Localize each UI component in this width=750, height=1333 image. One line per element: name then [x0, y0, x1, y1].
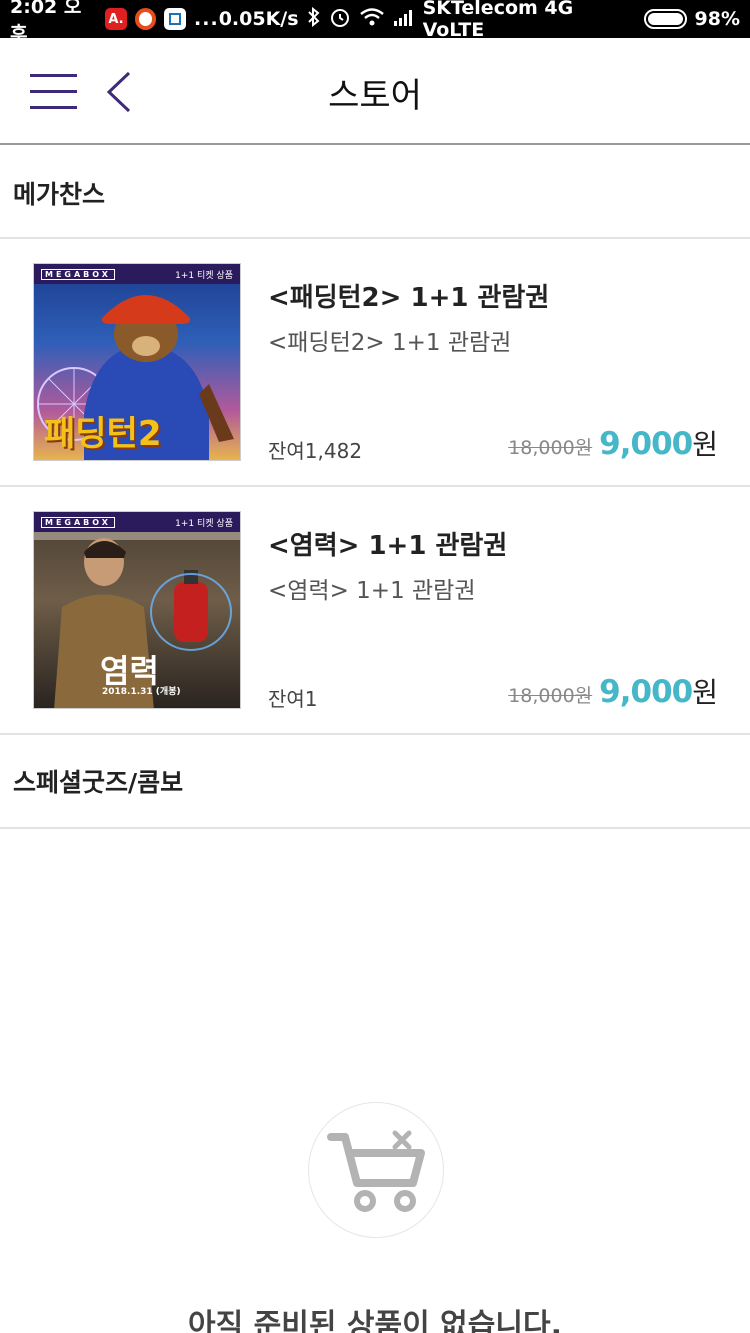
- product-item-paddington2[interactable]: MEGABOX 1+1 티켓 상품 패딩턴2 <패딩턴2> 1+1 관람권 <패…: [0, 239, 750, 487]
- product-item-psychokinesis[interactable]: MEGABOX 1+1 티켓 상품 염력 2018.1.31 (개봉) <염력>…: [0, 487, 750, 735]
- app-notification-icon: [164, 8, 187, 30]
- page-title: 스토어: [328, 76, 422, 116]
- wifi-icon: [359, 7, 385, 32]
- section-title: 메가찬스: [13, 180, 106, 209]
- stock-count: 잔여1,482: [268, 439, 363, 463]
- app-notification-icon: A.: [105, 8, 127, 30]
- poster-title: 패딩턴2: [44, 414, 162, 454]
- poster-date: 2018.1.31 (개봉): [102, 687, 181, 697]
- empty-state-message: 아직 준비된 상품이 없습니다.: [188, 1308, 562, 1333]
- carrier-label: SKTelecom 4G VoLTE: [422, 0, 574, 41]
- alarm-icon: [329, 6, 351, 33]
- battery-level: 98%: [694, 8, 740, 30]
- product-name: <패딩턴2> 1+1 관람권: [268, 283, 550, 313]
- network-speed: 0.05K/s: [218, 8, 299, 30]
- original-price: 18,000원: [508, 685, 593, 707]
- sale-price: 9,000: [599, 426, 693, 462]
- stock-count: 잔여1: [268, 687, 318, 711]
- section-title: 스페셜굿즈/콤보: [13, 768, 184, 797]
- product-name: <염력> 1+1 관람권: [268, 531, 508, 561]
- bluetooth-icon: [307, 6, 321, 32]
- app-header: 스토어: [0, 38, 750, 145]
- sale-price: 9,000: [599, 674, 693, 710]
- price-block: 18,000원 9,000 원: [508, 423, 718, 463]
- status-bar: 2:02 오후 A. ... 0.05K/s SKTelecom 4G VoLT…: [0, 0, 750, 45]
- section-header-special-goods: 스페셜굿즈/콤보: [0, 735, 750, 829]
- currency-label: 원: [692, 676, 718, 709]
- product-subtitle: <패딩턴2> 1+1 관람권: [268, 330, 512, 356]
- empty-cart-icon: [308, 1102, 444, 1238]
- section-header-megachance: 메가찬스: [0, 145, 750, 239]
- signal-icon: [393, 8, 415, 31]
- product-poster: MEGABOX 1+1 티켓 상품 패딩턴2: [33, 263, 241, 461]
- app-notification-icon: [134, 8, 157, 30]
- more-notifications-icon: ...: [194, 8, 219, 30]
- battery-icon: [643, 9, 687, 29]
- product-poster: MEGABOX 1+1 티켓 상품 염력 2018.1.31 (개봉): [33, 511, 241, 709]
- currency-label: 원: [692, 428, 718, 461]
- product-subtitle: <염력> 1+1 관람권: [268, 578, 476, 604]
- price-block: 18,000원 9,000 원: [508, 671, 718, 711]
- original-price: 18,000원: [508, 437, 593, 459]
